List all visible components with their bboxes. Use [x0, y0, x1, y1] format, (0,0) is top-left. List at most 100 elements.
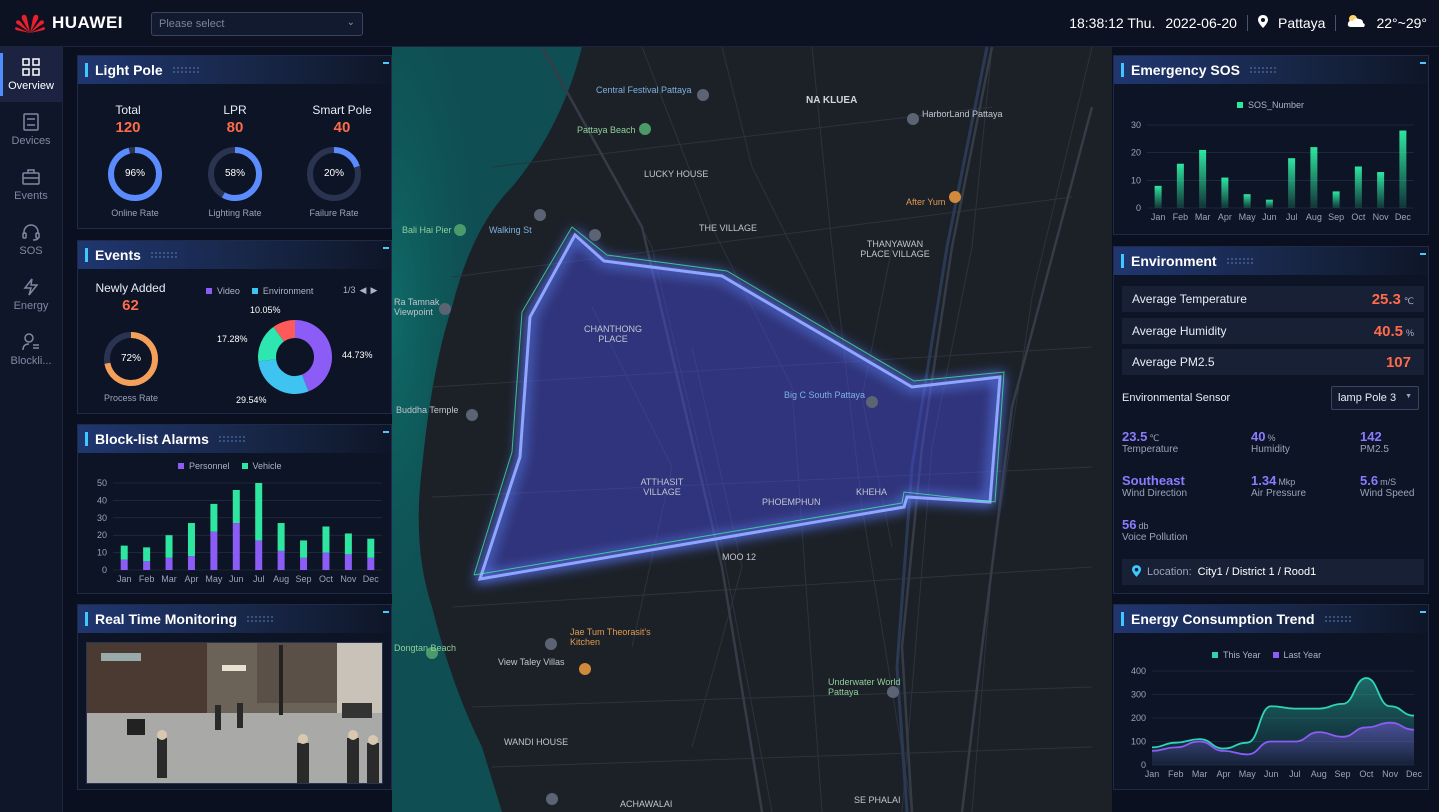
bar[interactable] — [300, 540, 308, 558]
donut-slice[interactable] — [273, 320, 296, 342]
map-label: NA KLUEA — [806, 95, 858, 106]
region-select-placeholder: Please select — [159, 18, 225, 30]
bar[interactable] — [367, 538, 375, 558]
bar[interactable] — [232, 489, 240, 524]
map-label: Dongtan Beach — [394, 643, 457, 653]
bar[interactable] — [300, 557, 308, 570]
bar[interactable] — [344, 554, 352, 570]
x-tick-label: May — [1239, 212, 1257, 222]
sidebar-item-sos[interactable]: SOS — [0, 212, 62, 267]
y-tick-label: 0 — [102, 565, 107, 575]
bar[interactable] — [1243, 194, 1251, 208]
brand-logo[interactable]: HUAWEI — [14, 12, 123, 34]
x-tick-label: Apr — [184, 574, 198, 584]
location-pin-icon — [1132, 564, 1141, 580]
x-tick-label: Apr — [1216, 769, 1230, 779]
chevron-down-icon: ⌄ — [346, 17, 355, 28]
bar[interactable] — [344, 533, 352, 555]
date: 2022-06-20 — [1165, 14, 1237, 31]
x-tick-label: Jun — [229, 574, 244, 584]
x-tick-label: Oct — [1351, 212, 1366, 222]
sidebar-item-devices[interactable]: Devices — [0, 102, 62, 157]
panel-corner — [383, 611, 389, 613]
bar[interactable] — [120, 559, 128, 570]
process-rate-caption: Process Rate — [103, 393, 159, 403]
map-label: After Yum — [906, 197, 946, 207]
x-tick-label: Sep — [1328, 212, 1344, 222]
y-tick-label: 300 — [1131, 690, 1146, 700]
bar[interactable] — [165, 535, 173, 558]
bar[interactable] — [210, 503, 218, 532]
bar[interactable] — [1265, 199, 1273, 208]
donut-slice[interactable] — [258, 326, 285, 362]
bar[interactable] — [367, 557, 375, 570]
bar[interactable] — [187, 556, 195, 570]
camera-feed[interactable] — [86, 642, 383, 784]
sidebar-item-blocklist[interactable]: Blockli... — [0, 322, 62, 377]
online-rate-caption: Online Rate — [111, 208, 159, 218]
panel-corner — [1420, 253, 1426, 255]
x-tick-label: Nov — [1373, 212, 1390, 222]
x-tick-label: Aug — [1311, 769, 1327, 779]
region-select[interactable]: Please select ⌄ — [151, 12, 363, 36]
x-tick-label: May — [205, 574, 223, 584]
bar[interactable] — [1288, 158, 1296, 208]
map-label: MOO 12 — [722, 552, 757, 562]
donut-label-environment: 29.54% — [236, 395, 267, 405]
x-tick-label: Aug — [1306, 212, 1322, 222]
x-tick-label: Jan — [117, 574, 132, 584]
x-tick-label: Jun — [1264, 769, 1279, 779]
bar[interactable] — [1199, 149, 1207, 208]
sensor-voice-pollution: 56 db Voice Pollution — [1122, 517, 1188, 543]
briefcase-icon — [22, 168, 40, 185]
bar[interactable] — [165, 557, 173, 570]
device-icon — [23, 112, 39, 131]
y-tick-label: 100 — [1131, 737, 1146, 747]
sidebar-item-label: Blockli... — [10, 354, 52, 367]
bar[interactable] — [277, 550, 285, 570]
bar[interactable] — [1399, 130, 1407, 208]
sensor-humidity: 40% Humidity — [1251, 429, 1290, 455]
bar[interactable] — [120, 545, 128, 560]
donut-slice[interactable] — [258, 358, 309, 394]
bar[interactable] — [322, 552, 330, 570]
bar[interactable] — [210, 531, 218, 570]
x-tick-label: Mar — [1192, 769, 1208, 779]
failure-rate-value: 20% — [323, 168, 344, 179]
divider — [1335, 14, 1337, 31]
map-label: THANYAWAN PLACE VILLAGE — [860, 239, 930, 259]
bar[interactable] — [1176, 163, 1184, 208]
sidebar-item-label: Devices — [11, 134, 51, 147]
bar[interactable] — [1154, 185, 1162, 208]
city-map[interactable]: Central Festival Pattaya NA KLUEA Harbor… — [392, 47, 1112, 812]
bar[interactable] — [1310, 147, 1318, 208]
blocklist-bar-chart: 0 10 20 30 40 50 Jan Feb Mar Apr May Jun Jul Aug Sep Oc… — [97, 478, 382, 584]
map-label: Buddha Temple — [396, 405, 459, 415]
process-rate-value: 72% — [120, 353, 141, 364]
bar[interactable] — [143, 547, 151, 562]
y-tick-label: 10 — [97, 548, 107, 558]
sidebar: Overview Devices Events SOS Energy Block… — [0, 47, 63, 812]
panel-corner — [383, 62, 389, 64]
bar[interactable] — [187, 523, 195, 557]
sidebar-item-events[interactable]: Events — [0, 157, 62, 212]
bar[interactable] — [143, 561, 151, 570]
donut-slice[interactable] — [294, 320, 332, 392]
bar[interactable] — [232, 523, 240, 570]
x-tick-label: Jan — [1151, 212, 1166, 222]
map-label: Ra Tamnak Viewpoint — [394, 297, 440, 317]
bar[interactable] — [1354, 166, 1362, 209]
sidebar-item-label: Events — [14, 189, 48, 202]
bar[interactable] — [277, 523, 285, 551]
bar[interactable] — [322, 526, 330, 553]
bar[interactable] — [255, 540, 263, 570]
sensor-select[interactable]: lamp Pole 3 ▼ — [1331, 386, 1419, 410]
bar[interactable] — [255, 483, 263, 541]
bar[interactable] — [1377, 172, 1385, 208]
sidebar-item-energy[interactable]: Energy — [0, 267, 62, 322]
donut-label-green: 17.28% — [217, 334, 248, 344]
sidebar-item-overview[interactable]: Overview — [0, 47, 62, 102]
bar[interactable] — [1332, 191, 1340, 208]
bar[interactable] — [1221, 177, 1229, 208]
map-label: Central Festival Pattaya — [596, 85, 692, 95]
